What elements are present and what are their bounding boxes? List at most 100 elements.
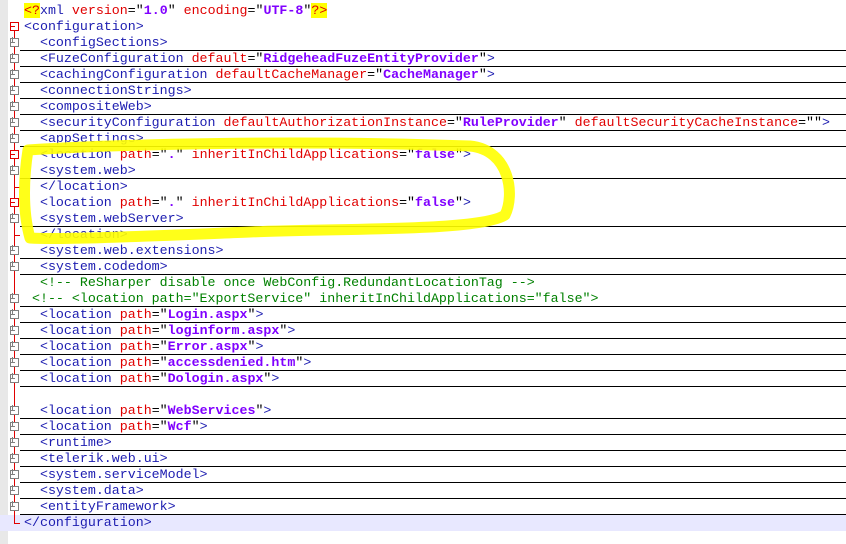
code-line[interactable]: <location path="." inheritInChildApplica… bbox=[0, 195, 846, 211]
code-line[interactable] bbox=[0, 387, 846, 403]
fold-line bbox=[8, 3, 22, 19]
code-line[interactable]: <system.webServer> bbox=[0, 211, 846, 227]
token-tag: > bbox=[255, 307, 264, 322]
token-val: Login.aspx bbox=[167, 307, 248, 322]
fold-expand-icon[interactable] bbox=[8, 211, 22, 227]
code-line[interactable]: <system.web.extensions> bbox=[0, 243, 846, 259]
code-line[interactable]: <location path="accessdenied.htm"> bbox=[0, 355, 846, 371]
code-line[interactable]: <!-- ReSharper disable once WebConfig.Re… bbox=[0, 275, 846, 291]
code-line[interactable]: <compositeWeb> bbox=[0, 99, 846, 115]
code-line[interactable]: <configuration> bbox=[0, 19, 846, 35]
token-punct: =" bbox=[247, 3, 264, 18]
token-punct: =" bbox=[151, 419, 168, 434]
token-tag: <location bbox=[24, 355, 120, 370]
fold-expand-icon[interactable] bbox=[8, 115, 22, 131]
code-line[interactable]: <cachingConfiguration defaultCacheManage… bbox=[0, 67, 846, 83]
token-tag: <system.web.extensions> bbox=[24, 243, 224, 258]
code-line[interactable]: <location path="Wcf"> bbox=[0, 419, 846, 435]
token-attr: defaultCacheManager bbox=[215, 67, 368, 82]
code-line[interactable]: <runtime> bbox=[0, 435, 846, 451]
fold-expand-icon[interactable] bbox=[8, 451, 22, 467]
fold-expand-icon[interactable] bbox=[8, 259, 22, 275]
token-tag: > bbox=[287, 323, 296, 338]
fold-expand-icon[interactable] bbox=[8, 83, 22, 99]
token-punct: =" bbox=[151, 147, 168, 162]
line-text: <system.web.extensions> bbox=[24, 243, 224, 259]
line-text: <telerik.web.ui> bbox=[24, 451, 168, 467]
fold-expand-icon[interactable] bbox=[8, 467, 22, 483]
code-line[interactable]: <securityConfiguration defaultAuthorizat… bbox=[0, 115, 846, 131]
token-attr: path bbox=[119, 403, 152, 418]
fold-collapse-icon[interactable] bbox=[8, 19, 22, 35]
token-punct: =" bbox=[446, 115, 463, 130]
code-line[interactable]: <location path="loginform.aspx"> bbox=[0, 323, 846, 339]
code-line[interactable]: <location path="WebServices"> bbox=[0, 403, 846, 419]
token-tag: <cachingConfiguration bbox=[24, 67, 216, 82]
code-line[interactable]: <system.codedom> bbox=[0, 259, 846, 275]
token-tag: > bbox=[462, 195, 471, 210]
fold-expand-icon[interactable] bbox=[8, 131, 22, 147]
code-line[interactable]: <location path="Login.aspx"> bbox=[0, 307, 846, 323]
fold-expand-icon[interactable] bbox=[8, 371, 22, 387]
line-text: <location path="Dologin.aspx"> bbox=[24, 371, 279, 387]
code-line[interactable]: <appSettings> bbox=[0, 131, 846, 147]
code-line[interactable]: </location> bbox=[0, 179, 846, 195]
code-line[interactable]: <connectionStrings> bbox=[0, 83, 846, 99]
token-tag: <entityFramework> bbox=[24, 499, 176, 514]
line-text: <system.webServer> bbox=[24, 211, 184, 227]
token-tag: <location bbox=[24, 371, 120, 386]
code-line[interactable]: <location path="Dologin.aspx"> bbox=[0, 371, 846, 387]
code-line[interactable]: <configSections> bbox=[0, 35, 846, 51]
token-tag: > bbox=[462, 147, 471, 162]
code-line[interactable]: <telerik.web.ui> bbox=[0, 451, 846, 467]
code-line[interactable]: <system.serviceModel> bbox=[0, 467, 846, 483]
code-line[interactable]: <location path="Error.aspx"> bbox=[0, 339, 846, 355]
fold-expand-icon[interactable] bbox=[8, 355, 22, 371]
fold-expand-icon[interactable] bbox=[8, 67, 22, 83]
fold-expand-icon[interactable] bbox=[8, 323, 22, 339]
token-tag: </location> bbox=[24, 227, 128, 242]
fold-expand-icon[interactable] bbox=[8, 291, 22, 307]
token-val: Wcf bbox=[167, 419, 192, 434]
fold-expand-icon[interactable] bbox=[8, 51, 22, 67]
fold-expand-icon[interactable] bbox=[8, 499, 22, 515]
fold-line bbox=[8, 275, 22, 291]
token-decl: <? bbox=[24, 3, 40, 18]
xml-editor[interactable]: <?xml version="1.0" encoding="UTF-8"?> <c… bbox=[0, 3, 846, 531]
token-punct: =" bbox=[127, 3, 144, 18]
token-punct: =" bbox=[151, 403, 168, 418]
fold-expand-icon[interactable] bbox=[8, 483, 22, 499]
code-line[interactable]: <?xml version="1.0" encoding="UTF-8"?> bbox=[0, 3, 846, 19]
token-tag: > bbox=[822, 115, 831, 130]
token-tag: xml bbox=[39, 3, 64, 18]
fold-expand-icon[interactable] bbox=[8, 403, 22, 419]
fold-expand-icon[interactable] bbox=[8, 163, 22, 179]
fold-expand-icon[interactable] bbox=[8, 419, 22, 435]
fold-expand-icon[interactable] bbox=[8, 35, 22, 51]
token-punct: =" bbox=[247, 51, 264, 66]
code-line[interactable]: <entityFramework> bbox=[0, 499, 846, 515]
token-punct: ="" bbox=[798, 115, 823, 130]
fold-expand-icon[interactable] bbox=[8, 243, 22, 259]
fold-expand-icon[interactable] bbox=[8, 435, 22, 451]
token-punct: =" bbox=[151, 195, 168, 210]
token-punct: =" bbox=[399, 147, 416, 162]
code-line[interactable]: <location path="." inheritInChildApplica… bbox=[0, 147, 846, 163]
token-val: RuleProvider bbox=[462, 115, 559, 130]
code-line[interactable]: </configuration> bbox=[0, 515, 846, 531]
code-line[interactable]: <system.web> bbox=[0, 163, 846, 179]
fold-line bbox=[8, 387, 22, 403]
fold-collapse-icon[interactable] bbox=[8, 195, 22, 211]
code-line[interactable]: <system.data> bbox=[0, 483, 846, 499]
fold-expand-icon[interactable] bbox=[8, 307, 22, 323]
fold-expand-icon[interactable] bbox=[8, 99, 22, 115]
fold-expand-icon[interactable] bbox=[8, 339, 22, 355]
code-line[interactable]: <!-- <location path="ExportService" inhe… bbox=[0, 291, 846, 307]
line-text: </configuration> bbox=[20, 515, 152, 531]
line-text: <system.codedom> bbox=[24, 259, 168, 275]
token-tag: > bbox=[263, 403, 272, 418]
code-line[interactable]: </location> bbox=[0, 227, 846, 243]
token-attr: defaultAuthorizationInstance bbox=[223, 115, 447, 130]
code-line[interactable]: <FuzeConfiguration default="RidgeheadFuz… bbox=[0, 51, 846, 67]
fold-collapse-icon[interactable] bbox=[8, 147, 22, 163]
